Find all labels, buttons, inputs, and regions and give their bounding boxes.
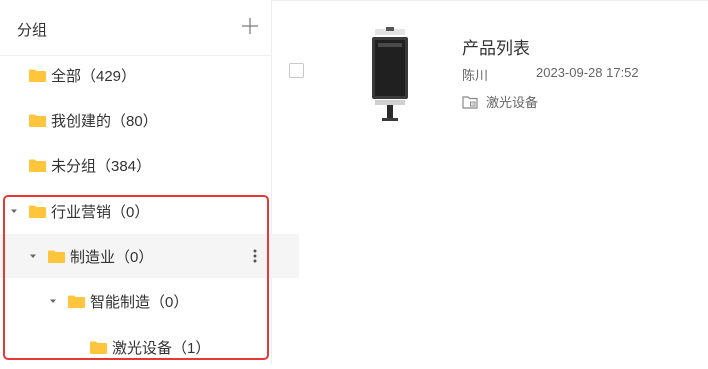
- card-group-label: 激光设备: [486, 95, 539, 110]
- tree-item-manufacturing[interactable]: 制造业（0）: [0, 234, 299, 278]
- more-vertical-icon[interactable]: [251, 248, 259, 264]
- tree-item-label: 行业营销（0）: [51, 203, 150, 221]
- caret-down-icon[interactable]: [28, 251, 38, 261]
- folder-outline-icon: [462, 95, 478, 109]
- tree-item-label: 激光设备（1）: [112, 339, 211, 357]
- tree-item-all[interactable]: 全部（429）: [0, 53, 300, 97]
- folder-icon: [68, 295, 85, 308]
- folder-icon: [90, 341, 107, 354]
- item-checkbox[interactable]: [289, 63, 304, 78]
- content-divider: [272, 0, 708, 1]
- caret-down-icon[interactable]: [48, 296, 58, 306]
- tree-item-label: 未分组（384）: [51, 157, 152, 175]
- card-title[interactable]: 产品列表: [462, 34, 530, 59]
- folder-icon: [29, 159, 46, 172]
- folder-icon: [29, 114, 46, 127]
- tree-item-laser-equipment[interactable]: 激光设备（1）: [0, 325, 361, 369]
- card-timestamp: 2023-09-28 17:52: [536, 65, 639, 80]
- sidebar-header: 分组: [0, 0, 271, 56]
- sidebar-title: 分组: [17, 22, 48, 39]
- tree-item-smart-manufacturing[interactable]: 智能制造（0）: [0, 279, 319, 323]
- tree-item-label: 制造业（0）: [70, 248, 154, 266]
- tree-item-industry-marketing[interactable]: 行业营销（0）: [0, 189, 280, 233]
- add-group-button[interactable]: [236, 12, 264, 40]
- card-group-tag: 激光设备: [462, 92, 538, 111]
- tree-item-label: 全部（429）: [51, 67, 137, 85]
- tree-item-label: 智能制造（0）: [90, 293, 189, 311]
- folder-icon: [29, 69, 46, 82]
- tree-item-ungrouped[interactable]: 未分组（384）: [0, 143, 300, 187]
- card-author: 陈川: [462, 68, 489, 83]
- group-sidebar: 分组 全部（429） 我创建的（80） 未分组（384） 行业营销（0） 制造业…: [0, 0, 299, 364]
- folder-icon: [29, 205, 46, 218]
- caret-down-icon[interactable]: [9, 206, 19, 216]
- tree-item-created-by-me[interactable]: 我创建的（80）: [0, 98, 300, 142]
- tree-item-label: 我创建的（80）: [51, 112, 158, 130]
- product-thumbnail[interactable]: [365, 27, 415, 123]
- folder-icon: [48, 250, 65, 263]
- plus-icon: [242, 18, 258, 34]
